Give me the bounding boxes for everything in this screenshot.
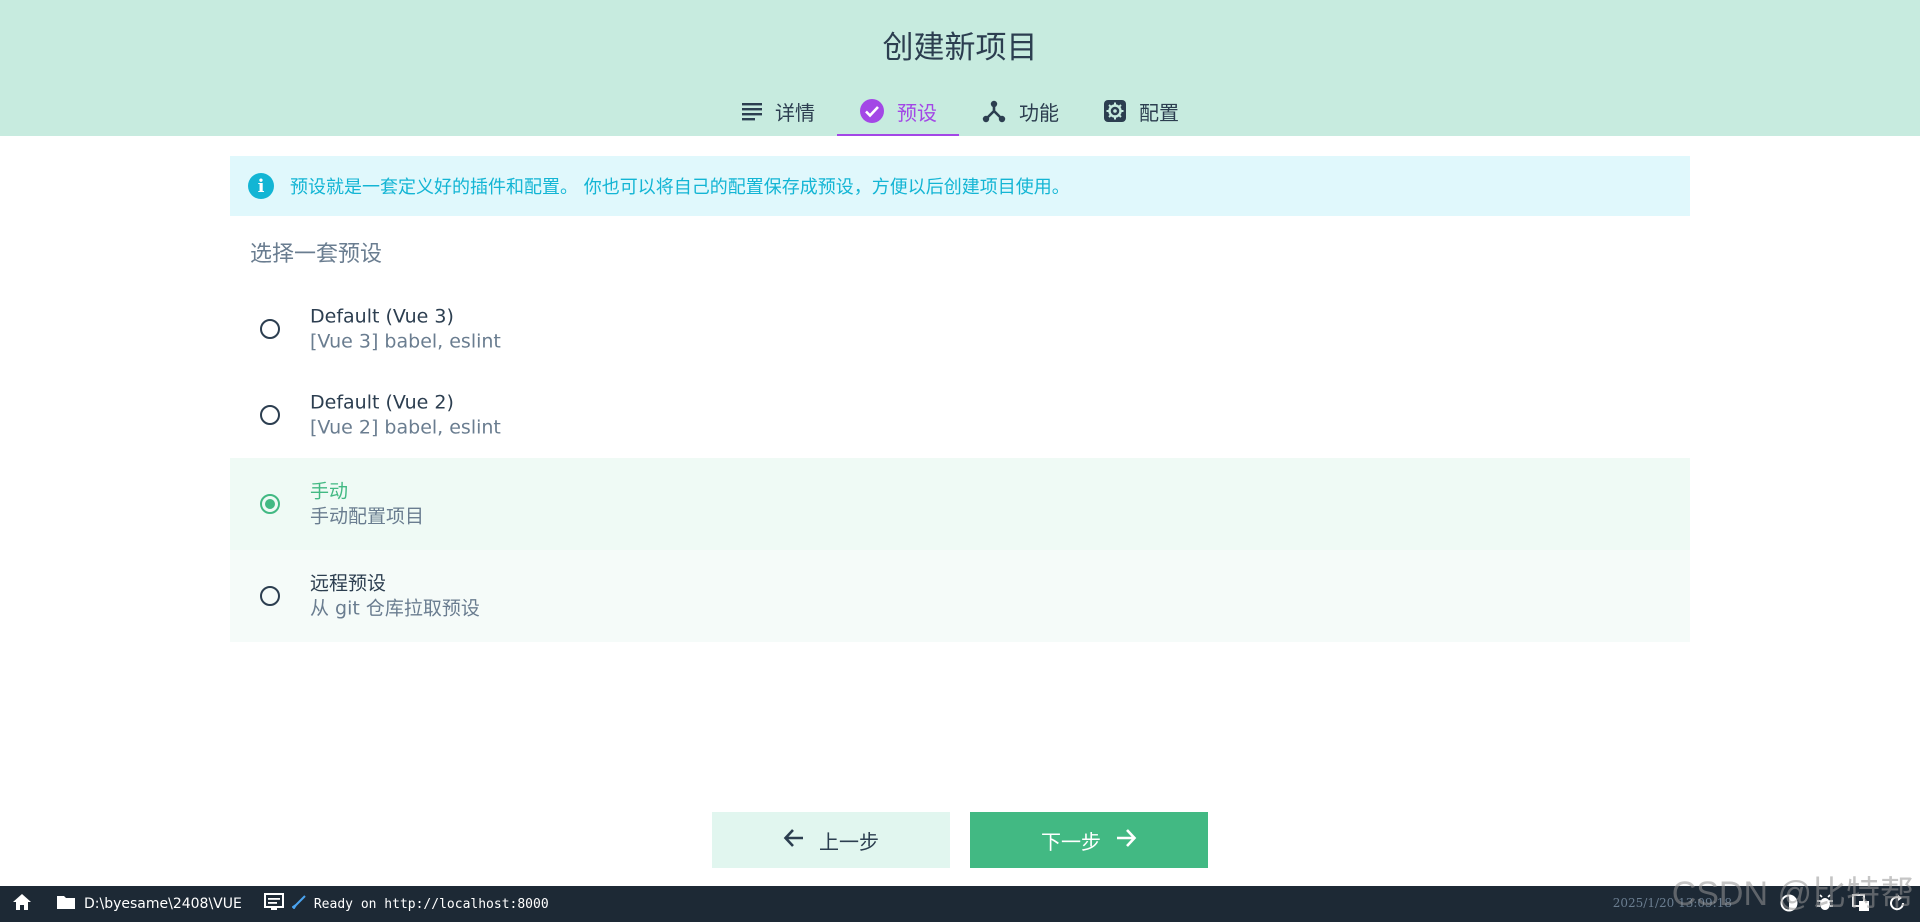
option-desc: [Vue 2] babel, eslint <box>310 416 501 439</box>
arrow-left-icon <box>783 827 805 854</box>
bug-report-button[interactable] <box>1816 894 1834 916</box>
header: 创建新项目 详情 预设 功能 配置 <box>0 0 1920 136</box>
radio-button[interactable] <box>260 586 280 606</box>
home-icon <box>12 893 32 915</box>
prev-step-label: 上一步 <box>819 829 879 854</box>
folder-icon <box>56 894 76 914</box>
theme-toggle-button[interactable] <box>1780 894 1798 916</box>
tab-features[interactable]: 功能 <box>959 86 1081 136</box>
contrast-icon <box>1780 894 1798 912</box>
project-folder[interactable]: D:\byesame\2408\VUE <box>56 894 242 914</box>
list-icon <box>741 100 763 122</box>
refresh-button[interactable] <box>1888 894 1906 916</box>
next-step-button[interactable]: 下一步 <box>970 812 1208 868</box>
tab-label: 预设 <box>897 100 937 125</box>
info-icon: i <box>248 173 274 199</box>
option-text: 远程预设 从 git 仓库拉取预设 <box>310 572 480 621</box>
section-title: 选择一套预设 <box>250 242 383 267</box>
terminal-icon <box>263 893 284 915</box>
tab-label: 详情 <box>775 100 815 125</box>
preset-list: Default (Vue 3) [Vue 3] babel, eslint De… <box>230 286 1690 642</box>
option-name: Default (Vue 2) <box>310 391 454 414</box>
option-text: Default (Vue 3) [Vue 3] babel, eslint <box>310 305 501 354</box>
gear-icon <box>1103 99 1127 123</box>
option-name: 手动 <box>310 480 349 503</box>
translate-button[interactable] <box>1852 894 1870 916</box>
preset-option-remote[interactable]: 远程预设 从 git 仓库拉取预设 <box>230 550 1690 642</box>
prev-step-button[interactable]: 上一步 <box>712 812 950 868</box>
radio-button[interactable] <box>260 405 280 425</box>
tab-config[interactable]: 配置 <box>1081 86 1201 136</box>
tab-label: 功能 <box>1019 100 1059 125</box>
info-text: 预设就是一套定义好的插件和配置。 你也可以将自己的配置保存成预设，方便以后创建项… <box>290 177 1070 198</box>
option-text: Default (Vue 2) [Vue 2] babel, eslint <box>310 391 501 440</box>
option-text: 手动 手动配置项目 <box>310 480 424 529</box>
home-button[interactable] <box>12 893 32 915</box>
info-banner: i 预设就是一套定义好的插件和配置。 你也可以将自己的配置保存成预设，方便以后创… <box>230 156 1690 216</box>
status-actions <box>1780 894 1906 916</box>
radio-button[interactable] <box>260 319 280 339</box>
tab-presets[interactable]: 预设 <box>837 86 959 136</box>
preset-option-manual[interactable]: 手动 手动配置项目 <box>230 458 1690 550</box>
next-step-label: 下一步 <box>1041 829 1101 854</box>
refresh-icon <box>1890 895 1905 911</box>
radio-dot <box>265 499 275 509</box>
arrow-right-icon <box>1115 827 1137 854</box>
merge-icon <box>981 98 1007 124</box>
preset-option-vue2[interactable]: Default (Vue 2) [Vue 2] babel, eslint <box>230 372 1690 458</box>
preset-option-vue3[interactable]: Default (Vue 3) [Vue 3] babel, eslint <box>230 286 1690 372</box>
log-message: Ready on http://localhost:8000 <box>313 896 549 912</box>
tab-details[interactable]: 详情 <box>719 86 837 136</box>
project-path: D:\byesame\2408\VUE <box>84 896 242 912</box>
brush-icon <box>291 895 306 913</box>
option-desc: [Vue 3] babel, eslint <box>310 330 501 353</box>
status-bar: D:\byesame\2408\VUE Ready on http://loca… <box>0 886 1920 922</box>
step-tabs: 详情 预设 功能 配置 <box>0 86 1920 136</box>
option-desc: 手动配置项目 <box>310 505 425 528</box>
radio-button-selected[interactable] <box>260 494 280 514</box>
option-name: 远程预设 <box>310 572 387 595</box>
log-toggle[interactable]: Ready on http://localhost:8000 <box>263 893 549 915</box>
page-title: 创建新项目 <box>882 30 1038 66</box>
bug-icon <box>1817 894 1833 910</box>
tab-label: 配置 <box>1139 100 1179 125</box>
timestamp: 2025/1/20 13:09:18 <box>1612 896 1732 910</box>
option-name: Default (Vue 3) <box>310 305 454 328</box>
translate-icon <box>1852 894 1869 911</box>
option-desc: 从 git 仓库拉取预设 <box>310 597 480 620</box>
check-circle-icon <box>859 98 885 124</box>
